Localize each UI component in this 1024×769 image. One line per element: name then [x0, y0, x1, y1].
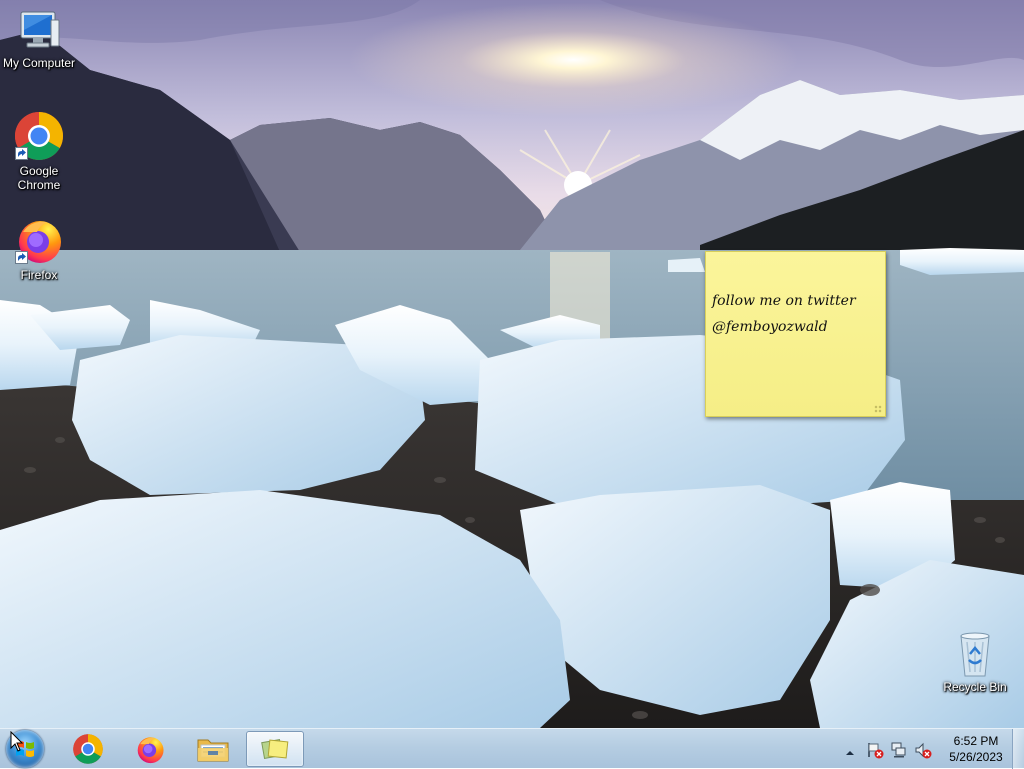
shortcut-arrow-icon	[15, 251, 28, 264]
desktop-icon-label: Google Chrome	[17, 164, 61, 192]
desktop-icon-label: My Computer	[2, 56, 76, 70]
recycle-bin-icon	[949, 630, 1001, 678]
taskbar: 6:52 PM 5/26/2023	[0, 728, 1024, 769]
desktop-icon-label: Firefox	[20, 268, 58, 282]
taskbar-chrome-button[interactable]	[59, 731, 117, 767]
firefox-icon	[13, 214, 65, 266]
volume-muted-icon[interactable]	[914, 741, 932, 764]
system-clock[interactable]: 6:52 PM 5/26/2023	[932, 733, 1020, 765]
taskbar-firefox-button[interactable]	[121, 731, 179, 767]
clock-time: 6:52 PM	[953, 734, 999, 748]
folder-icon	[197, 739, 229, 762]
clock-date: 5/26/2023	[949, 750, 1003, 764]
computer-icon	[13, 8, 65, 54]
shortcut-arrow-icon	[15, 147, 28, 160]
chrome-icon	[73, 734, 103, 764]
show-hidden-icons-chevron[interactable]	[845, 744, 855, 762]
desktop-icon-recycle-bin[interactable]: Recycle Bin	[936, 630, 1014, 694]
action-center-flag-icon[interactable]	[866, 741, 884, 764]
chrome-icon	[13, 110, 65, 162]
sticky-notes-icon	[261, 738, 289, 760]
taskbar-file-explorer-button[interactable]	[184, 731, 242, 767]
desktop-icon-google-chrome[interactable]: Google Chrome	[0, 110, 78, 192]
resize-grip-icon[interactable]	[874, 405, 882, 413]
network-icon[interactable]	[890, 741, 908, 764]
taskbar-sticky-notes-button[interactable]	[246, 731, 304, 767]
show-desktop-button[interactable]	[1012, 729, 1024, 769]
desktop-icon-label: Recycle Bin	[943, 680, 1007, 694]
desktop-icon-my-computer[interactable]: My Computer	[0, 8, 78, 70]
desktop-icon-firefox[interactable]: Firefox	[0, 214, 78, 282]
sticky-note[interactable]: follow me on twitter @femboyozwald	[705, 251, 886, 417]
firefox-icon	[137, 737, 164, 764]
sticky-note-text[interactable]: follow me on twitter @femboyozwald	[712, 288, 879, 340]
mouse-cursor-icon	[10, 730, 24, 758]
